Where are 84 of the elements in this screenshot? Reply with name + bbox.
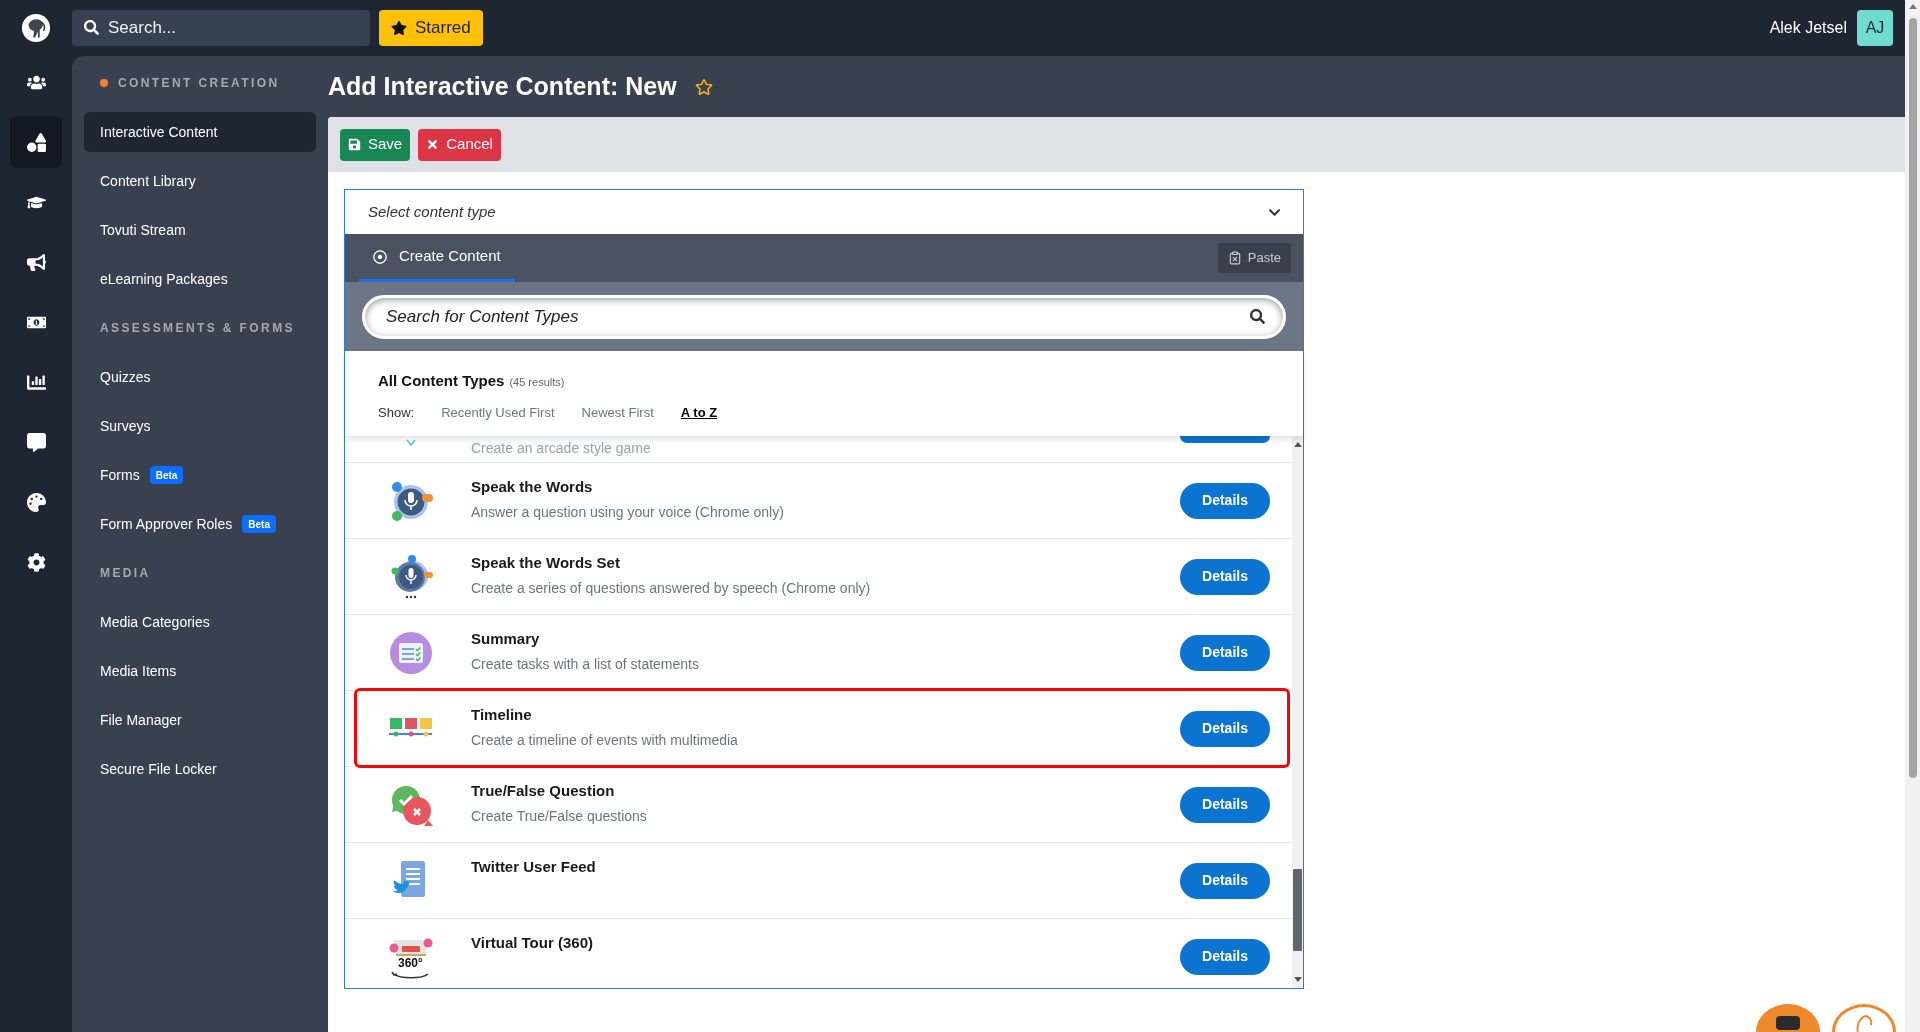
sidebar-item[interactable]: Media Categories [84, 602, 316, 642]
caret-icon [406, 439, 416, 446]
details-button[interactable]: Details [1180, 862, 1270, 899]
content-type-description: Create tasks with a list of statements [471, 655, 699, 674]
search-icon [84, 20, 99, 35]
paste-button[interactable]: Paste [1217, 243, 1291, 273]
details-button[interactable]: Details [1180, 634, 1270, 671]
content-type-row[interactable]: Timeline Create a timeline of events with multimedia Details [345, 691, 1292, 767]
save-button[interactable]: Save [340, 128, 411, 161]
sidebar-item[interactable]: Tovuti Stream [84, 210, 316, 250]
star-icon[interactable] [694, 77, 713, 96]
sidebar-item[interactable]: Secure File Locker [84, 749, 316, 789]
details-button[interactable]: Details [1180, 482, 1270, 519]
content-type-row[interactable]: True/False Question Create True/False questions Details [345, 767, 1292, 843]
shapes-icon [26, 132, 46, 152]
starred-button[interactable]: Starred [379, 10, 483, 46]
feature-badge: Beta [242, 515, 276, 533]
chat-bubble-icon [26, 432, 46, 452]
sidebar-item[interactable]: Content Library [84, 161, 316, 201]
settings-icon [26, 552, 46, 572]
content-type-description: Answer a question using your voice (Chrome only) [471, 503, 784, 522]
cancel-button[interactable]: Cancel [418, 128, 501, 161]
content-type-row[interactable]: Summary Create tasks with a list of statements Details [345, 615, 1292, 691]
clipboard-icon [1227, 251, 1242, 265]
palette-icon [26, 492, 46, 512]
scrollbar-thumb[interactable] [1908, 18, 1917, 778]
content-type-row[interactable]: Speak the Words Answer a question using your voice (Chrome only) Details [345, 463, 1292, 539]
content-type-description: Create a series of questions answered by speech (Chrome only) [471, 579, 871, 598]
content-type-title: True/False Question [471, 781, 616, 801]
details-button[interactable]: Details [1180, 938, 1270, 975]
page-title: Add Interactive Content: New [328, 70, 677, 102]
search-field[interactable]: Search... [72, 10, 370, 46]
details-button[interactable]: Details [1180, 710, 1270, 747]
sort-option[interactable]: Recently Used First [441, 403, 555, 423]
list-heading: All Content Types [378, 371, 505, 391]
sidebar-item[interactable]: File Manager [84, 700, 316, 740]
content-type-row[interactable]: Speak the Words Set Create a series of questions answered by speech (Chrome only) Details [345, 539, 1292, 615]
sidebar-item[interactable]: Media Items [84, 651, 316, 691]
icon-label: 360° [398, 956, 423, 970]
scroll-down-icon[interactable] [1293, 977, 1302, 982]
content-type-row[interactable]: 360° Virtual Tour (360) Details [345, 919, 1292, 988]
sort-option[interactable]: Newest First [581, 403, 654, 423]
sidebar-item[interactable]: Interactive Content [84, 112, 316, 152]
content-type-description: Create an arcade style game [471, 439, 651, 457]
radio-icon [373, 249, 387, 264]
sidebar-section-title: MEDIA [100, 565, 151, 582]
sidebar-item[interactable]: eLearning Packages [84, 259, 316, 299]
content-type-title: Summary [471, 629, 541, 649]
sidebar-section-title: CONTENT CREATION [118, 75, 280, 92]
user-avatar[interactable]: AJ [1857, 10, 1893, 46]
content-type-title: Virtual Tour (360) [471, 933, 593, 953]
checklist-icon [388, 629, 434, 676]
user-name[interactable]: Alek Jetsel [1769, 16, 1847, 40]
content-type-title: Twitter User Feed [471, 857, 596, 877]
feature-badge: Beta [149, 466, 184, 484]
content-type-description: Create True/False questions [471, 807, 647, 826]
bar-chart-icon [26, 372, 46, 392]
logo-icon[interactable] [21, 13, 51, 43]
content-type-row[interactable]: Twitter User Feed Details [345, 843, 1292, 919]
sort-label: Show: [378, 404, 415, 423]
sort-option[interactable]: A to Z [680, 403, 718, 423]
sidebar-item[interactable]: Forms Beta [84, 455, 316, 495]
content-type-description: Create a timeline of events with multimedia [471, 731, 738, 750]
chat-icon [1776, 1016, 1800, 1030]
search-icon [1250, 308, 1265, 324]
content-type-title: Speak the Words Set [471, 553, 621, 573]
content-search-field[interactable]: Search for Content Types [362, 294, 1286, 339]
details-button[interactable]: Details [1180, 558, 1270, 595]
sidebar-item[interactable]: Form Approver Roles Beta [84, 504, 316, 544]
scrollbar-thumb[interactable] [1293, 869, 1302, 951]
scroll-up-icon[interactable] [1293, 442, 1302, 447]
megaphone-icon [26, 252, 46, 272]
sidebar-section-title: ASSESSMENTS & FORMS [100, 320, 295, 337]
close-icon [426, 138, 440, 151]
result-count: (45 results) [509, 375, 565, 390]
scroll-up-icon[interactable] [1908, 4, 1917, 9]
details-button[interactable]: Details [1180, 786, 1270, 823]
sidebar-item[interactable]: Quizzes [84, 357, 316, 397]
details-button[interactable] [1180, 436, 1270, 443]
star-icon [391, 20, 407, 36]
content-type-title: Speak the Words [471, 477, 594, 497]
content-type-title: Timeline [471, 705, 533, 725]
nav-rail-button[interactable] [10, 116, 62, 168]
sidebar-item[interactable]: Surveys [84, 406, 316, 446]
